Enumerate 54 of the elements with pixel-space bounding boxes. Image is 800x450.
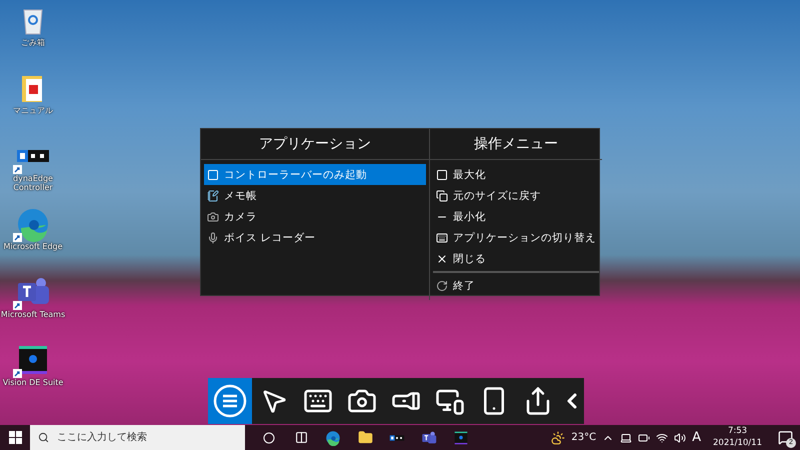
desktop-icon-label: マニュアル (13, 106, 53, 116)
menu-item[interactable]: 閉じる (433, 248, 599, 269)
notepad-icon (207, 190, 219, 202)
desktop-icon-label: Microsoft Edge (3, 242, 63, 252)
browser-swirl-icon (324, 429, 342, 446)
restore-icon (436, 190, 448, 202)
keyboard-icon (436, 232, 448, 244)
menu-item[interactable]: 最小化 (433, 206, 599, 227)
menu-item[interactable]: アプリケーションの切り替え (433, 227, 599, 248)
temperature-text: 23°C (571, 432, 596, 443)
menu-item[interactable]: ボイス レコーダー (204, 227, 426, 248)
circle-icon (263, 432, 275, 444)
microphone-icon (207, 232, 219, 244)
menu-item[interactable]: コントローラーバーのみ起動 (204, 164, 426, 185)
desktop-icon-label: ごみ箱 (21, 38, 45, 48)
menu-item[interactable]: 最大化 (433, 164, 599, 185)
laptop-icon[interactable] (620, 432, 632, 444)
desktop-icon-label: dynaEdge Controller (12, 174, 54, 192)
desktop-shortcut[interactable]: Vision DE Suite (0, 342, 66, 404)
controller-app-icon (16, 149, 50, 163)
search-icon (38, 432, 49, 443)
menu-button[interactable] (208, 378, 252, 424)
clock[interactable]: 7:53 2021/10/11 (707, 426, 768, 449)
menu-item[interactable]: 元のサイズに戻す (433, 185, 599, 206)
maximize-icon (436, 168, 448, 180)
vision-app-icon (452, 429, 470, 446)
close-icon (436, 252, 448, 264)
windows-logo-icon (8, 431, 22, 444)
desktop-shortcut[interactable]: Microsoft Teams (0, 274, 66, 336)
desktop-shortcut[interactable]: ごみ箱 (0, 2, 66, 64)
square-icon (207, 168, 219, 180)
menu-icon (213, 384, 247, 418)
desktop-shortcut[interactable]: Microsoft Edge (0, 206, 66, 268)
input-mode-indicator[interactable]: A (692, 430, 701, 445)
menu-item[interactable]: カメラ (204, 206, 426, 227)
battery-icon[interactable] (638, 432, 650, 444)
menu-item[interactable]: メモ帳 (204, 185, 426, 206)
column-heading: アプリケーション (201, 129, 429, 160)
teams-app-icon (420, 429, 438, 446)
speaker-icon[interactable] (674, 432, 686, 444)
circular-arrow-icon (436, 280, 448, 292)
menu-item[interactable]: 終了 (433, 275, 599, 296)
column-heading: 操作メニュー (430, 129, 602, 160)
search-box[interactable]: ここに入力して検索 (30, 425, 245, 450)
wifi-icon[interactable] (656, 432, 668, 444)
weather-icon (551, 430, 566, 444)
task-view-icon (294, 431, 308, 444)
camera-icon (207, 210, 219, 222)
folder-icon (358, 430, 372, 445)
search-field[interactable]: ここに入力して検索 (55, 431, 229, 444)
desktop-icon-label: Microsoft Teams (0, 310, 66, 320)
desktop-icon-label: Vision DE Suite (2, 378, 64, 388)
controller-app-icon (389, 434, 405, 441)
browser-swirl-icon (15, 206, 51, 242)
